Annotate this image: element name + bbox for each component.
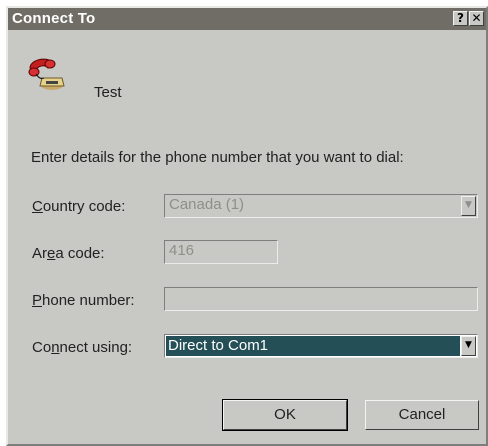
connection-name: Test <box>94 84 122 101</box>
country-code-select[interactable]: Canada (1) ▼ <box>164 194 478 218</box>
area-code-label: Area code: <box>32 245 105 262</box>
connect-to-dialog: Connect To ? ✕ Test Enter details for th… <box>6 6 488 446</box>
connect-dropdown-arrow-icon[interactable]: ▼ <box>461 336 476 356</box>
title-bar[interactable]: Connect To ? ✕ <box>8 8 486 30</box>
instructions-text: Enter details for the phone number that … <box>31 149 404 166</box>
connect-using-value: Direct to Com1 <box>166 336 460 356</box>
phone-number-field[interactable] <box>164 287 478 311</box>
area-code-value: 416 <box>169 242 195 259</box>
connect-using-label: Connect using: <box>32 339 133 356</box>
close-button[interactable]: ✕ <box>469 11 484 26</box>
country-dropdown-arrow-icon[interactable]: ▼ <box>461 196 476 216</box>
cancel-button[interactable]: Cancel <box>365 400 479 430</box>
ok-button[interactable]: OK <box>222 399 348 431</box>
country-code-label: Country code: <box>32 198 126 215</box>
telephone-icon <box>28 58 65 90</box>
phone-number-label: Phone number: <box>32 292 135 309</box>
country-code-value: Canada (1) <box>169 196 245 213</box>
connect-using-select[interactable]: Direct to Com1 ▼ <box>164 334 478 358</box>
help-button[interactable]: ? <box>453 11 468 26</box>
window-title: Connect To <box>12 10 96 27</box>
area-code-field[interactable]: 416 <box>164 240 278 264</box>
